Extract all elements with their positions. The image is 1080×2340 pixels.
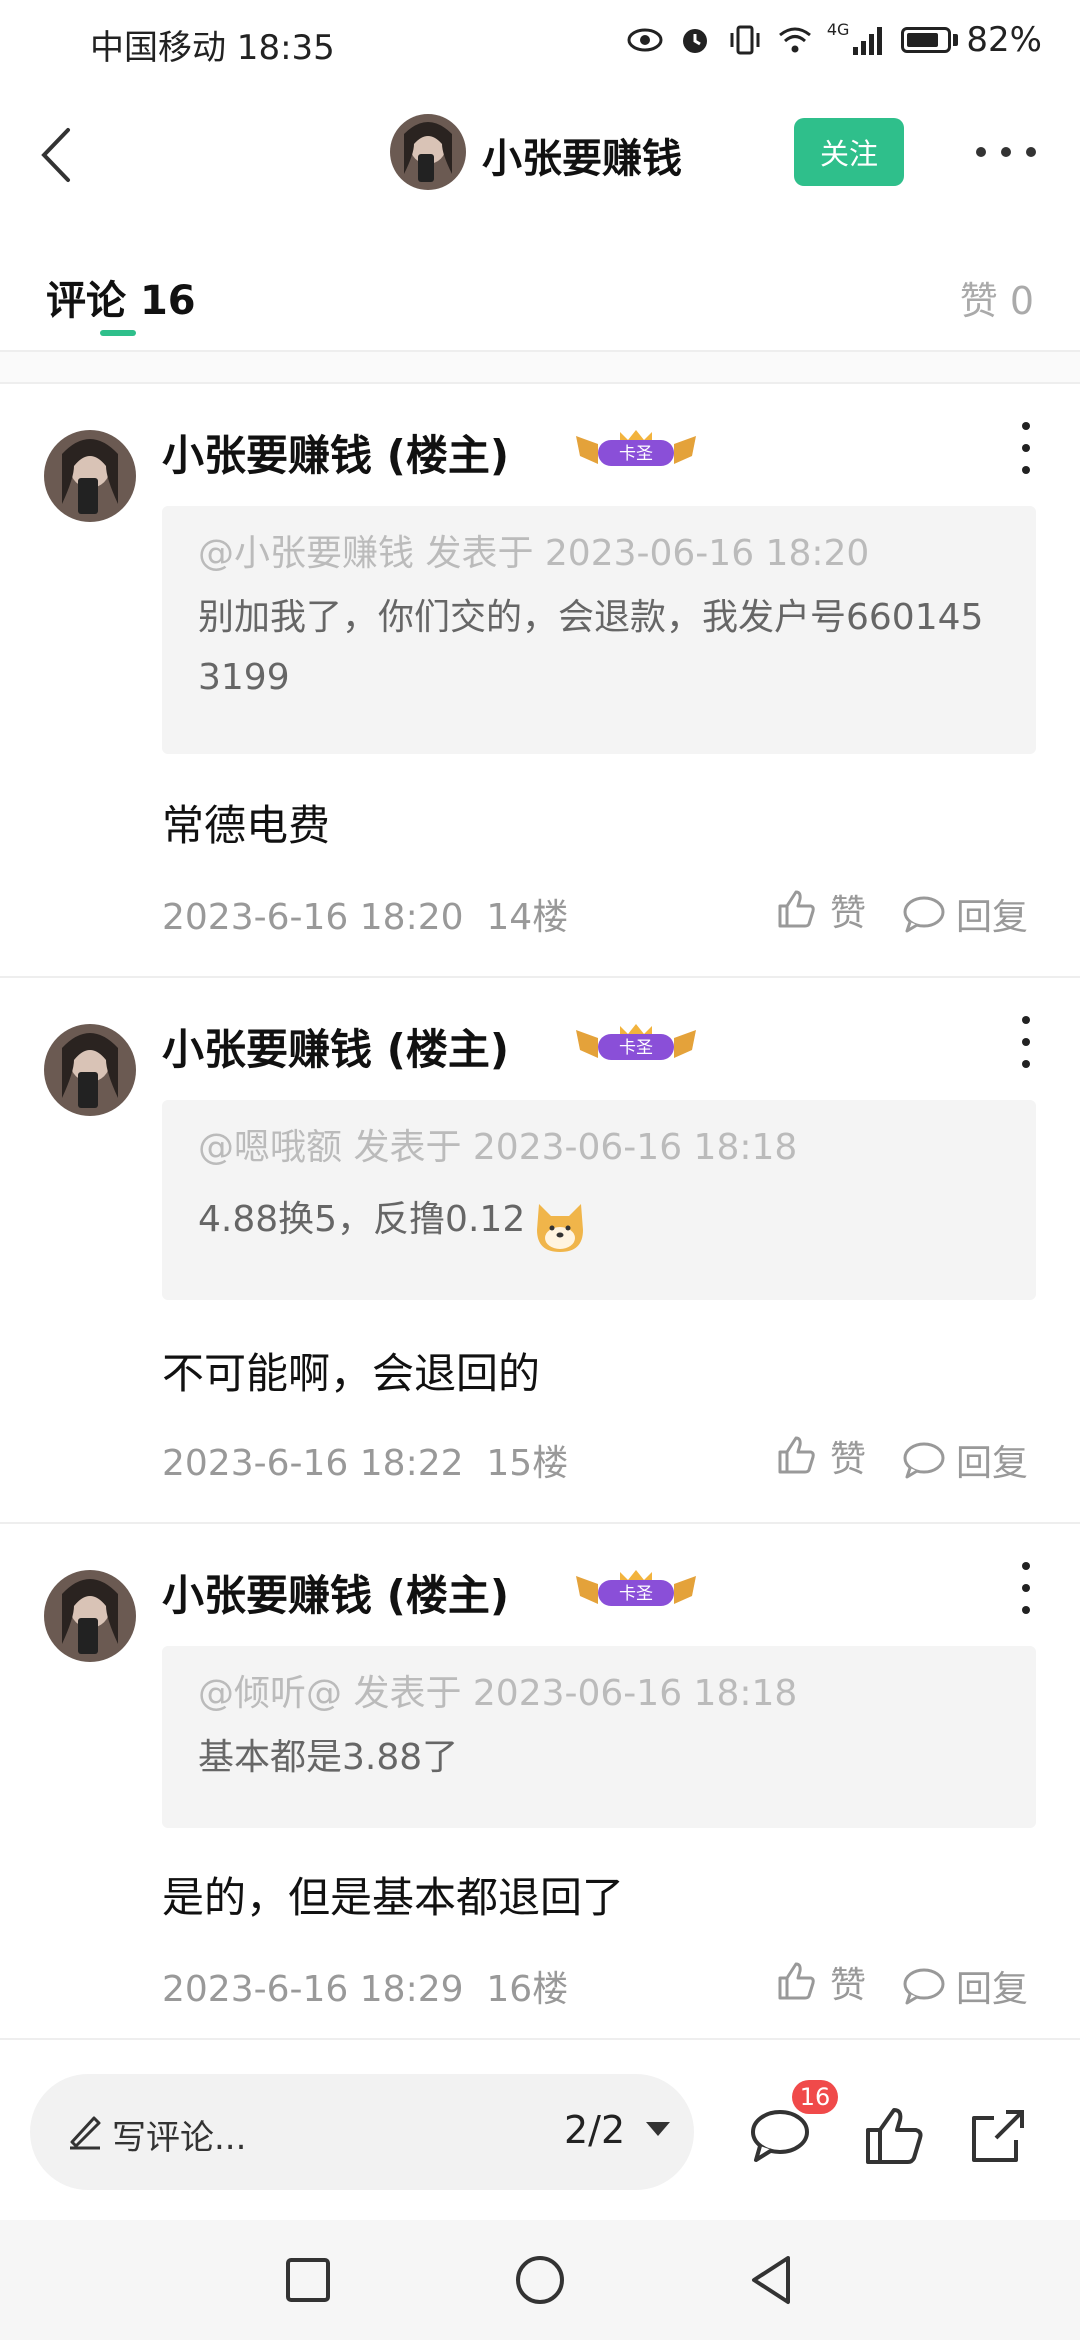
quote-meta: @倾听@ 发表于 2023-06-16 18:18 [198,1673,798,1714]
carrier-time: 中国移动 18:35 [90,28,335,68]
comment-floor: 15楼 [486,1443,569,1484]
like-label: 赞 [830,1965,867,2006]
more-options-icon[interactable] [976,132,1036,172]
comment-menu-icon[interactable] [1016,1562,1036,1614]
reply-label: 回复 [956,1969,1029,2010]
like-button[interactable]: 赞 [774,884,866,936]
quote-text: 基本都是3.88了 [198,1737,459,1778]
comment-item: 小张要赚钱 (楼主) 卡圣 @小张要赚钱 发表于 2023-06-16 18:2… [0,384,1080,978]
eye-icon [627,28,663,52]
comment-floor: 14楼 [486,897,569,938]
status-bar: 中国移动 18:35 4G 82% [0,0,1080,84]
comment-date: 2023-6-16 18:22 [162,1443,464,1484]
page-indicator[interactable]: 2/2 [564,2108,625,2152]
pencil-icon [70,2116,101,2150]
back-icon[interactable] [28,120,88,190]
avatar[interactable] [44,430,136,522]
battery-tip [953,34,959,46]
follow-button[interactable]: 关注 [794,118,904,186]
comment-author[interactable]: 小张要赚钱 (楼主) [162,1562,509,1623]
battery-indicator: 82% [901,20,1042,60]
network-type: 4G [826,20,850,39]
avatar[interactable] [44,1570,136,1662]
comment-meta: 2023-6-16 18:29 16楼 [162,1960,568,2012]
rank-badge-text: 卡圣 [619,1584,653,1604]
comment-input-placeholder: 写评论... [112,2118,247,2158]
comment-item: 小张要赚钱 (楼主) 卡圣 @倾听@ 发表于 2023-06-16 18:18 … [0,1524,1080,2040]
alarm-icon [682,29,707,53]
rank-badge-icon: 卡圣 [576,1024,696,1060]
comment-input[interactable]: 写评论... 2/2 [30,2074,694,2190]
rank-badge-text: 卡圣 [619,444,653,464]
comment-date: 2023-6-16 18:20 [162,897,464,938]
chat-bubble-icon [903,896,945,933]
comment-item: 小张要赚钱 (楼主) 卡圣 @嗯哦额 发表于 2023-06-16 18:18 … [0,978,1080,1524]
share-icon[interactable] [966,2104,1030,2168]
recent-apps-icon[interactable] [278,2250,338,2310]
doge-emoji-icon [537,1204,584,1252]
quote-meta: @嗯哦额 发表于 2023-06-16 18:18 [198,1127,798,1168]
quote-text: 4.88换5，反撸0.12 [198,1182,1000,1258]
comment-body: 不可能啊，会退回的 [162,1349,541,1398]
thumbs-up-icon [778,890,815,928]
reply-label: 回复 [956,897,1029,938]
comment-menu-icon[interactable] [1016,422,1036,474]
comment-date: 2023-6-16 18:29 [162,1969,464,2010]
quote-text: 别加我了，你们交的，会退款，我发户号6601453199 [198,597,984,698]
avatar[interactable] [390,114,466,190]
thumbs-up-icon [778,1436,815,1474]
battery-icon [901,27,952,53]
reply-label: 回复 [956,1443,1029,1484]
signal-icon [853,27,883,55]
tab-comments-count: 16 [139,278,196,324]
rank-badge-text: 卡圣 [619,1038,653,1058]
status-icons: 4G 82% [627,20,1042,60]
comment-author[interactable]: 小张要赚钱 (楼主) [162,1016,509,1077]
system-navigation-bar [0,2220,1080,2340]
thumbs-up-icon [778,1962,815,2000]
avatar[interactable] [44,1024,136,1116]
like-label: 赞 [830,893,867,934]
thumbs-up-icon[interactable] [862,2104,926,2168]
active-tab-indicator [100,330,136,336]
like-label: 赞 [830,1439,867,1480]
page-title: 小张要赚钱 [482,136,682,182]
vibrate-icon [730,25,760,55]
rank-badge-icon: 卡圣 [576,430,696,466]
like-button[interactable]: 赞 [774,1956,866,2008]
chevron-down-icon[interactable] [646,2122,670,2136]
tab-bar: 评论 16 赞 0 [0,250,1080,352]
comment-menu-icon[interactable] [1016,1016,1036,1068]
back-nav-icon[interactable] [742,2250,802,2310]
quoted-comment[interactable]: @倾听@ 发表于 2023-06-16 18:18 基本都是3.88了 [162,1646,1036,1828]
chat-bubble-icon [903,1442,945,1479]
chat-bubble-icon [903,1968,945,2005]
comment-body: 是的，但是基本都退回了 [162,1873,625,1922]
battery-percent: 82% [966,20,1042,60]
comment-body: 常德电费 [162,801,331,850]
top-nav-bar: 小张要赚钱 关注 [0,100,1080,210]
comment-meta: 2023-6-16 18:22 15楼 [162,1434,568,1486]
section-divider [0,352,1080,384]
quote-meta: @小张要赚钱 发表于 2023-06-16 18:20 [198,533,870,574]
quote-text-content: 4.88换5，反撸0.12 [198,1199,526,1240]
tab-likes[interactable]: 赞 0 [960,270,1034,325]
comment-count-badge: 16 [792,2080,838,2114]
comment-meta: 2023-6-16 18:20 14楼 [162,888,568,940]
reply-button[interactable]: 回复 [902,888,1028,940]
wifi-icon [778,27,811,53]
like-button[interactable]: 赞 [774,1430,866,1482]
reply-button[interactable]: 回复 [902,1434,1028,1486]
comment-author[interactable]: 小张要赚钱 (楼主) [162,422,509,483]
home-icon[interactable] [510,2250,570,2310]
comment-floor: 16楼 [486,1969,569,2010]
reply-button[interactable]: 回复 [902,1960,1028,2012]
rank-badge-icon: 卡圣 [576,1570,696,1606]
tab-comments-label: 评论 [46,278,126,324]
quoted-comment[interactable]: @小张要赚钱 发表于 2023-06-16 18:20 别加我了，你们交的，会退… [162,506,1036,754]
quoted-comment[interactable]: @嗯哦额 发表于 2023-06-16 18:18 4.88换5，反撸0.12 [162,1100,1036,1300]
comments-icon[interactable] [748,2104,812,2168]
battery-fill [907,33,939,47]
tab-comments[interactable]: 评论 16 [46,268,196,326]
